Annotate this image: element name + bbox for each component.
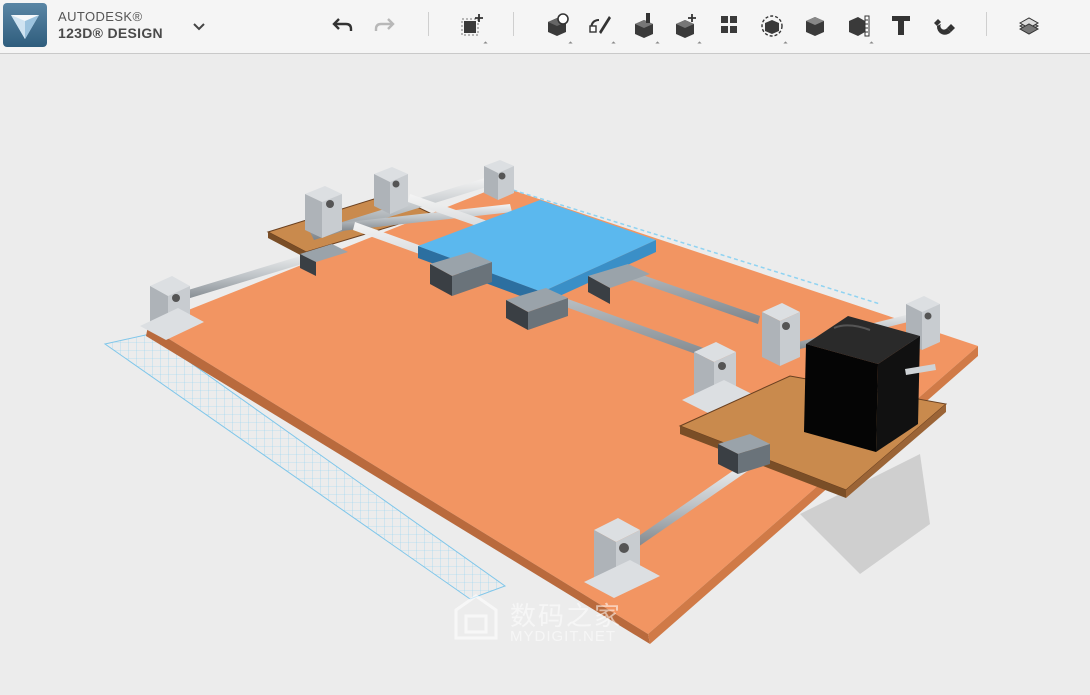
construct-button[interactable] xyxy=(628,9,660,41)
brand-product: 123D® DESIGN xyxy=(58,25,163,41)
material-button[interactable] xyxy=(1013,9,1045,41)
toolbar-divider xyxy=(513,12,514,36)
redo-icon xyxy=(374,18,395,31)
snap-magnet-icon xyxy=(934,19,955,35)
shaft-support xyxy=(305,186,342,238)
modify-icon xyxy=(676,14,696,38)
toolbar-divider xyxy=(428,12,429,36)
transform-button[interactable] xyxy=(456,9,488,41)
material-icon xyxy=(1018,17,1040,35)
shaft-support xyxy=(762,303,800,366)
measure-button[interactable] xyxy=(842,9,874,41)
redo-button[interactable] xyxy=(368,9,400,41)
top-toolbar: AUTODESK® 123D® DESIGN xyxy=(0,0,1090,54)
sketch-icon xyxy=(589,16,611,34)
primitives-icon xyxy=(548,13,569,36)
app-logo[interactable] xyxy=(3,3,47,47)
app-logo-icon xyxy=(11,15,39,39)
text-icon xyxy=(892,16,910,35)
combine-button[interactable] xyxy=(799,9,831,41)
grouping-icon xyxy=(761,15,783,37)
primitives-button[interactable] xyxy=(541,9,573,41)
pattern-button[interactable] xyxy=(713,9,745,41)
snap-button[interactable] xyxy=(928,9,960,41)
measure-icon xyxy=(849,15,870,37)
3d-model-render xyxy=(103,160,978,644)
text-button[interactable] xyxy=(885,9,917,41)
app-brand: AUTODESK® 123D® DESIGN xyxy=(58,9,163,42)
main-menu-chevron-down-icon[interactable] xyxy=(190,18,208,36)
sketch-button[interactable] xyxy=(584,9,616,41)
combine-icon xyxy=(806,17,824,36)
pattern-icon xyxy=(721,16,737,33)
transform-icon xyxy=(461,14,483,36)
grouping-button[interactable] xyxy=(756,9,788,41)
undo-icon xyxy=(332,18,353,31)
modify-button[interactable] xyxy=(670,9,702,41)
construct-icon xyxy=(635,13,653,38)
toolbar-divider xyxy=(986,12,987,36)
shaft-support xyxy=(484,160,514,200)
shaft-support xyxy=(374,167,408,214)
3d-viewport[interactable]: 数码之家 MYDIGIT.NET xyxy=(0,54,1090,690)
undo-button[interactable] xyxy=(327,9,359,41)
brand-company: AUTODESK® xyxy=(58,9,143,24)
